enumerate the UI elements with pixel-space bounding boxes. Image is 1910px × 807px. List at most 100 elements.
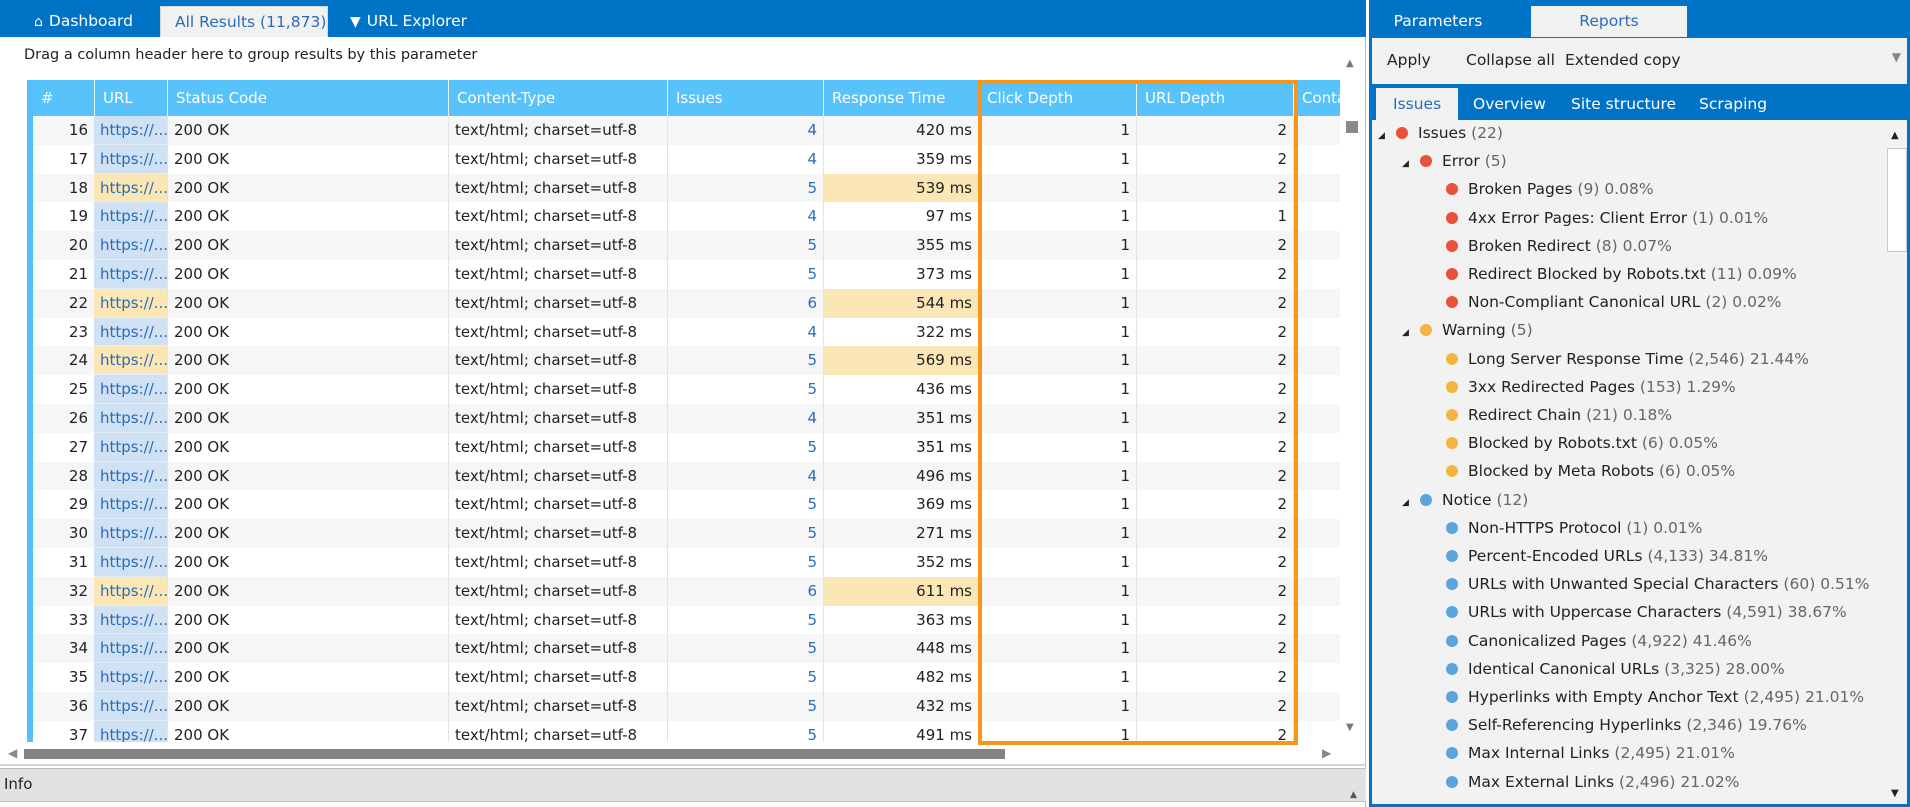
cell-url[interactable]: https://... [94, 404, 167, 433]
tree-node-error[interactable]: ◢ Issues (22) [1378, 120, 1503, 147]
cell-url[interactable]: https://... [94, 548, 167, 577]
tree-node-warning[interactable]: Redirect Chain (21) 0.18% [1446, 401, 1672, 429]
tree-node-notice[interactable]: Hyperlinks with Empty Anchor Text (2,495… [1446, 683, 1864, 711]
cell-url[interactable]: https://... [94, 260, 167, 289]
table-row[interactable]: 28 https://... 200 OK text/html; charset=ut… [33, 461, 1340, 491]
column-header-url-depth[interactable]: URL Depth [1136, 80, 1293, 116]
cell-issues[interactable]: 5 [667, 634, 823, 664]
cell-issues[interactable]: 5 [667, 173, 823, 203]
subtab-site-structure[interactable]: Site structure [1554, 88, 1693, 120]
column-header-num[interactable]: # [33, 80, 94, 116]
table-row[interactable]: 27 https://... 200 OK text/html; charset=ut… [33, 432, 1340, 462]
cell-url[interactable]: https://... [94, 692, 167, 721]
table-row[interactable]: 35 https://... 200 OK text/html; charset=ut… [33, 663, 1340, 692]
table-row[interactable]: 37 https://... 200 OK text/html; charset=ut… [33, 720, 1340, 742]
scroll-left-icon[interactable]: ◀ [8, 746, 17, 760]
cell-issues[interactable]: 5 [667, 432, 823, 462]
table-row[interactable]: 32 https://... 200 OK text/html; charset=ut… [33, 576, 1340, 606]
tree-node-notice[interactable]: Canonicalized Pages (4,922) 41.46% [1446, 627, 1752, 655]
collapse-all-button[interactable]: Collapse all [1466, 51, 1555, 69]
cell-issues[interactable]: 6 [667, 288, 823, 318]
table-row[interactable]: 30 https://... 200 OK text/html; charset=ut… [33, 519, 1340, 548]
cell-issues[interactable]: 4 [667, 144, 823, 174]
cell-url[interactable]: https://... [94, 317, 167, 347]
tree-node-notice[interactable]: Non-HTTPS Protocol (1) 0.01% [1446, 514, 1702, 542]
subtab-issues[interactable]: Issues [1376, 88, 1459, 120]
cell-issues[interactable]: 5 [667, 346, 823, 376]
tab-all-results[interactable]: All Results (11,873) [160, 6, 328, 37]
info-panel[interactable]: Info ▲ [0, 768, 1366, 802]
cell-url[interactable]: https://... [94, 231, 167, 260]
tree-node-error[interactable]: 4xx Error Pages: Client Error (1) 0.01% [1446, 204, 1768, 232]
table-row[interactable]: 22 https://... 200 OK text/html; charset=ut… [33, 288, 1340, 318]
table-row[interactable]: 25 https://... 200 OK text/html; charset=ut… [33, 375, 1340, 404]
apply-button[interactable]: Apply [1387, 51, 1431, 69]
cell-url[interactable]: https://... [94, 634, 167, 664]
table-row[interactable]: 23 https://... 200 OK text/html; charset=ut… [33, 317, 1340, 347]
scroll-up-icon[interactable]: ▲ [1346, 58, 1354, 69]
cell-issues[interactable]: 5 [667, 375, 823, 404]
cell-issues[interactable]: 4 [667, 461, 823, 491]
cell-issues[interactable]: 4 [667, 202, 823, 232]
column-header-url[interactable]: URL [94, 80, 167, 116]
cell-url[interactable]: https://... [94, 202, 167, 232]
cell-issues[interactable]: 5 [667, 260, 823, 289]
scroll-down-icon[interactable]: ▼ [1346, 722, 1354, 733]
tree-node-error[interactable]: Broken Redirect (8) 0.07% [1446, 232, 1672, 260]
column-header-click-depth[interactable]: Click Depth [978, 80, 1136, 116]
tree-node-notice[interactable]: ◢ Notice (12) [1402, 486, 1528, 514]
cell-issues[interactable]: 5 [667, 490, 823, 520]
tree-scrollbar[interactable]: ▲ ▼ [1887, 128, 1907, 804]
expand-arrow-icon[interactable]: ◢ [1402, 150, 1420, 178]
scrollbar-thumb[interactable] [1887, 148, 1907, 252]
vertical-scrollbar[interactable]: ▲ ▼ [1342, 58, 1362, 738]
table-row[interactable]: 20 https://... 200 OK text/html; charset=ut… [33, 231, 1340, 260]
tab-parameters[interactable]: Parameters [1369, 6, 1507, 37]
expand-arrow-icon[interactable]: ◢ [1378, 122, 1396, 150]
cell-issues[interactable]: 5 [667, 548, 823, 577]
cell-url[interactable]: https://... [94, 519, 167, 548]
panel-divider[interactable] [0, 764, 1366, 766]
table-row[interactable]: 19 https://... 200 OK text/html; charset=ut… [33, 202, 1340, 232]
tree-node-error[interactable]: Redirect Blocked by Robots.txt (11) 0.09… [1446, 260, 1797, 288]
tree-node-warning[interactable]: 3xx Redirected Pages (153) 1.29% [1446, 373, 1736, 401]
tree-node-warning[interactable]: Blocked by Meta Robots (6) 0.05% [1446, 457, 1735, 485]
tree-node-notice[interactable]: Max External Links (2,496) 21.02% [1446, 768, 1739, 796]
group-by-drop-area[interactable]: Drag a column header here to group resul… [24, 47, 477, 63]
tree-node-notice[interactable]: Self-Referencing Hyperlinks (2,346) 19.7… [1446, 711, 1807, 739]
tree-node-error[interactable]: ◢ Error (5) [1402, 147, 1507, 175]
table-row[interactable]: 34 https://... 200 OK text/html; charset=ut… [33, 634, 1340, 664]
tree-node-notice[interactable]: URLs with Uppercase Characters (4,591) 3… [1446, 598, 1847, 626]
table-row[interactable]: 21 https://... 200 OK text/html; charset=ut… [33, 260, 1340, 289]
tab-reports[interactable]: Reports [1531, 6, 1687, 37]
table-row[interactable]: 24 https://... 200 OK text/html; charset=ut… [33, 346, 1340, 376]
cell-url[interactable]: https://... [94, 173, 167, 203]
tree-node-notice[interactable]: Identical Canonical URLs (3,325) 28.00% [1446, 655, 1785, 683]
tree-node-notice[interactable]: Max Internal Links (2,495) 21.01% [1446, 739, 1735, 767]
cell-issues[interactable]: 4 [667, 116, 823, 145]
column-header-issues[interactable]: Issues [667, 80, 823, 116]
column-header-status-code[interactable]: Status Code [167, 80, 448, 116]
cell-url[interactable]: https://... [94, 375, 167, 404]
table-row[interactable]: 16 https://... 200 OK text/html; charset=ut… [33, 116, 1340, 145]
cell-url[interactable]: https://... [94, 720, 167, 742]
cell-url[interactable]: https://... [94, 346, 167, 376]
expand-arrow-icon[interactable]: ◢ [1402, 319, 1420, 347]
scrollbar-thumb[interactable] [1346, 121, 1358, 133]
cell-url[interactable]: https://... [94, 576, 167, 606]
subtab-overview[interactable]: Overview [1456, 88, 1563, 120]
column-header-response-time[interactable]: Response Time [823, 80, 978, 116]
tree-node-notice[interactable]: Percent-Encoded URLs (4,133) 34.81% [1446, 542, 1768, 570]
tree-node-warning[interactable]: Blocked by Robots.txt (6) 0.05% [1446, 429, 1718, 457]
tree-node-notice[interactable]: URLs with Unwanted Special Characters (6… [1446, 570, 1869, 598]
cell-url[interactable]: https://... [94, 116, 167, 145]
table-row[interactable]: 17 https://... 200 OK text/html; charset=ut… [33, 144, 1340, 174]
cell-url[interactable]: https://... [94, 490, 167, 520]
column-header-content[interactable]: Conta [1293, 80, 1340, 116]
extended-copy-button[interactable]: Extended copy [1565, 51, 1681, 69]
toolbar-overflow-icon[interactable]: ▼ [1892, 50, 1901, 64]
table-row[interactable]: 31 https://... 200 OK text/html; charset=ut… [33, 548, 1340, 577]
table-row[interactable]: 33 https://... 200 OK text/html; charset=ut… [33, 605, 1340, 635]
cell-url[interactable]: https://... [94, 461, 167, 491]
table-row[interactable]: 29 https://... 200 OK text/html; charset=ut… [33, 490, 1340, 520]
